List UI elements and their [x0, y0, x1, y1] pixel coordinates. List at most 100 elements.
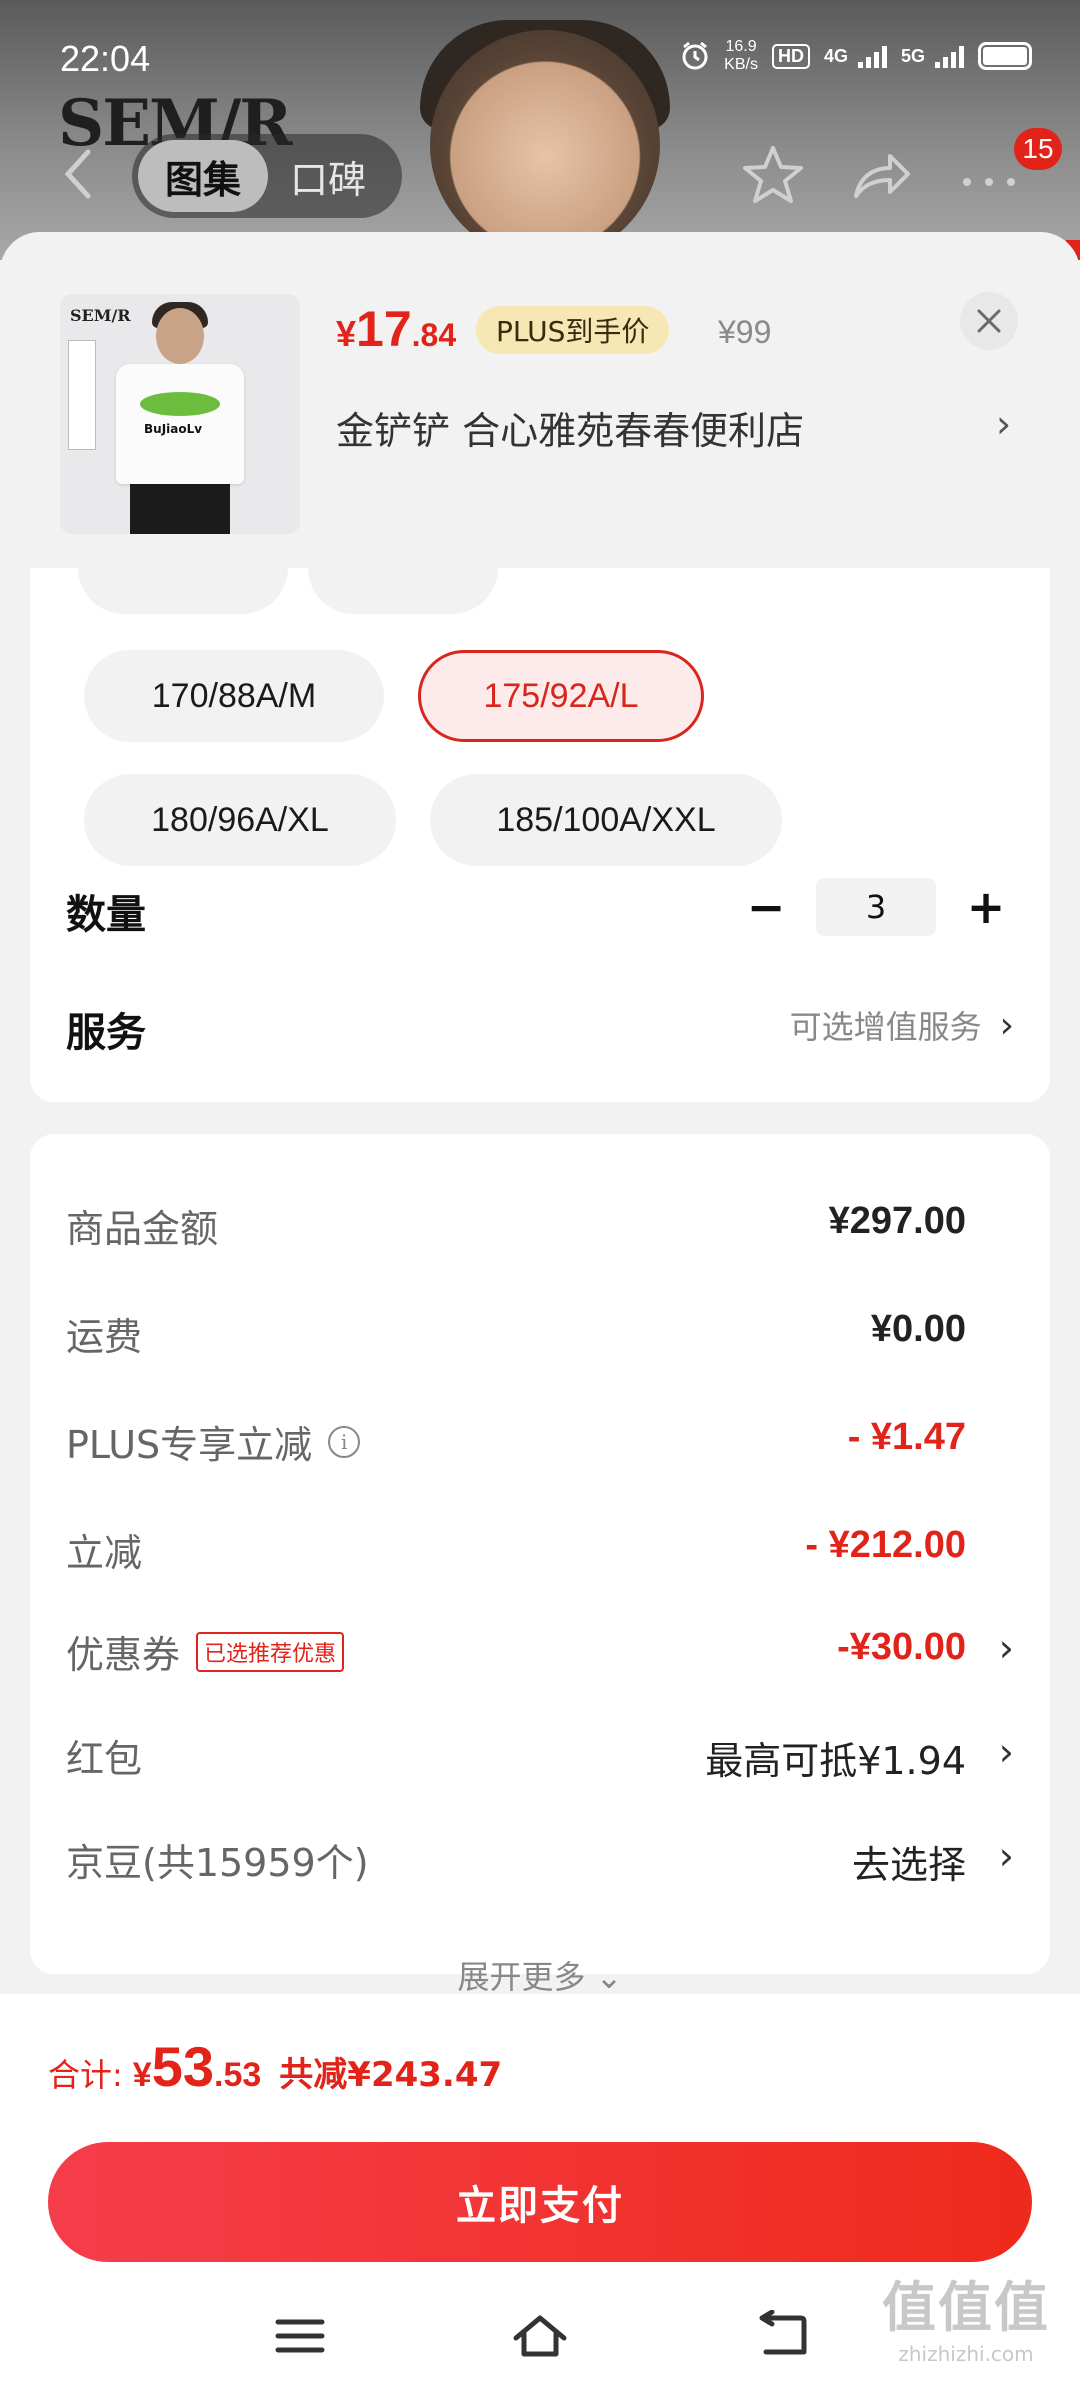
back-icon[interactable]: [752, 2310, 812, 2362]
fee-value: - ¥212.00: [805, 1524, 966, 1566]
battery-icon: [978, 42, 1032, 70]
price-currency: ¥: [336, 313, 357, 354]
thumbnail-head: [156, 308, 204, 364]
total-saving: 共减¥243.47: [279, 2055, 503, 2095]
pay-now-button[interactable]: 立即支付: [48, 2142, 1032, 2262]
fee-value: - ¥1.47: [847, 1416, 966, 1458]
network-speed: 16.9 KB/s: [724, 38, 758, 74]
net-5g-label: 5G: [900, 45, 925, 66]
price-integer: 17: [356, 301, 412, 357]
media-tab-switcher: 图集 口碑: [132, 134, 402, 218]
size-chip[interactable]: 180/96A/XL: [84, 774, 396, 866]
chevron-right-icon: ›: [998, 1730, 1014, 1774]
spec-selection-card: 170/88A/M 175/92A/L 180/96A/XL 185/100A/…: [30, 568, 1050, 1102]
fee-label: 商品金额: [66, 1207, 219, 1251]
thumbnail-pants: [130, 484, 230, 534]
size-chip[interactable]: 185/100A/XXL: [430, 774, 782, 866]
price-breakdown-card: 商品金额 ¥297.00 运费 ¥0.00 PLUS专享立减 i - ¥1.47…: [30, 1134, 1050, 1996]
total-amount: 合计: ¥ 53 .53 共减¥243.47: [48, 2034, 502, 2099]
chevron-right-icon: ›: [998, 1626, 1014, 1670]
chevron-right-icon: ›: [998, 1834, 1014, 1878]
fee-row-coupon[interactable]: 优惠券 已选推荐优惠 -¥30.00 ›: [30, 1614, 1050, 1684]
total-integer: 53: [151, 2035, 215, 2098]
close-button[interactable]: [960, 292, 1018, 350]
store-name[interactable]: 金铲铲 合心雅苑春春便利店: [336, 400, 804, 455]
total-summary-bar: 合计: ¥ 53 .53 共减¥243.47: [0, 1994, 1080, 2124]
fee-row-instant-discount: 立减 - ¥212.00: [30, 1512, 1050, 1582]
fee-value: ¥297.00: [828, 1200, 966, 1242]
original-price: ¥99: [718, 314, 772, 350]
watermark-logo: 值值值 zhizhizhi.com: [882, 2263, 1050, 2366]
fee-value: -¥30.00: [837, 1626, 966, 1668]
service-value: 可选增值服务: [789, 1008, 982, 1046]
total-label: 合计:: [48, 2056, 123, 2094]
back-arrow-icon[interactable]: [58, 146, 98, 202]
fee-value: ¥0.00: [870, 1308, 966, 1350]
info-icon[interactable]: i: [328, 1425, 361, 1458]
share-icon[interactable]: [846, 140, 916, 210]
fee-row-jingdou[interactable]: 京豆(共15959个) 去选择 ›: [30, 1822, 1050, 1892]
price-decimal: .84: [411, 317, 457, 353]
size-chip[interactable]: 170/88A/M: [84, 650, 384, 742]
coupon-recommended-tag: 已选推荐优惠: [196, 1631, 345, 1672]
home-icon[interactable]: [510, 2310, 570, 2362]
tab-gallery[interactable]: 图集: [138, 140, 268, 212]
fee-value: 去选择: [851, 1843, 966, 1887]
status-icons: 16.9 KB/s HD 4G 5G: [680, 38, 1032, 74]
total-currency: ¥: [132, 2056, 152, 2094]
quantity-input[interactable]: 3: [816, 878, 936, 936]
message-badge: 15: [1014, 128, 1062, 170]
expand-more-button[interactable]: 展开更多 ⌄: [30, 1952, 1050, 1998]
fee-row-goods: 商品金额 ¥297.00: [30, 1188, 1050, 1258]
fee-row-shipping: 运费 ¥0.00: [30, 1296, 1050, 1366]
tab-reviews[interactable]: 口碑: [268, 140, 388, 212]
fee-label: 优惠券: [66, 1633, 181, 1677]
service-selector[interactable]: 可选增值服务 ›: [790, 1002, 1014, 1048]
plus-price-tag: PLUS到手价: [476, 306, 670, 354]
quantity-plus-button[interactable]: +: [958, 879, 1014, 935]
fee-label-group: 优惠券 已选推荐优惠: [66, 1624, 345, 1679]
service-label: 服务: [66, 1010, 146, 1056]
signal-icon-2: [935, 44, 964, 68]
size-chip-hidden[interactable]: [78, 568, 288, 614]
fee-label: 运费: [66, 1315, 143, 1359]
net-4g-label: 4G: [823, 45, 848, 66]
thumbnail-print-text: BuJiaoLv: [144, 422, 203, 436]
thumbnail-brand: SEM/R: [70, 306, 131, 325]
menu-icon[interactable]: [270, 2310, 330, 2362]
speed-value: 16.9: [725, 38, 757, 55]
fee-label-group: PLUS专享立减 i: [66, 1414, 361, 1469]
chevron-right-icon: ›: [999, 1004, 1014, 1046]
thumbnail-print: [140, 392, 220, 416]
system-nav-bar: 值值值 zhizhizhi.com: [0, 2276, 1080, 2380]
quantity-minus-button[interactable]: −: [738, 879, 794, 935]
close-icon: [977, 309, 1001, 333]
fee-label: PLUS专享立减: [66, 1423, 313, 1467]
sheet-product-header: SEM/R BuJiaoLv ¥ 17 .84 PLUS到手价 ¥99 金铲铲 …: [0, 232, 1080, 568]
fee-label: 红包: [66, 1737, 143, 1781]
thumbnail-size-tag: [68, 340, 96, 450]
plus-price: ¥ 17 .84: [336, 300, 456, 358]
purchase-sheet: SEM/R BuJiaoLv ¥ 17 .84 PLUS到手价 ¥99 金铲铲 …: [0, 232, 1080, 2400]
speed-unit: KB/s: [724, 56, 758, 73]
product-thumbnail[interactable]: SEM/R BuJiaoLv: [60, 294, 300, 534]
status-time: 22:04: [60, 38, 151, 79]
product-nav-bar: 图集 口碑 15: [0, 128, 1080, 218]
quantity-stepper: − 3 +: [738, 878, 1014, 936]
quantity-label: 数量: [66, 892, 146, 938]
size-chip-hidden[interactable]: [308, 568, 498, 614]
hd-voice-icon: HD: [771, 43, 810, 69]
fee-row-red-packet[interactable]: 红包 最高可抵¥1.94 ›: [30, 1718, 1050, 1788]
alarm-icon: [682, 41, 708, 70]
total-decimal: .53: [214, 2056, 262, 2094]
watermark-url: zhizhizhi.com: [898, 2342, 1034, 2366]
fee-label: 京豆(共15959个): [66, 1841, 369, 1885]
fee-label: 立减: [66, 1531, 143, 1575]
watermark-text: 值值值: [882, 2276, 1050, 2339]
store-chevron-icon[interactable]: ›: [996, 402, 1011, 446]
fee-row-plus-discount: PLUS专享立减 i - ¥1.47: [30, 1404, 1050, 1474]
signal-icon-1: [857, 44, 887, 68]
size-chip-selected[interactable]: 175/92A/L: [418, 650, 704, 742]
fee-value: 最高可抵¥1.94: [705, 1739, 966, 1783]
favorite-star-icon[interactable]: [738, 140, 808, 210]
